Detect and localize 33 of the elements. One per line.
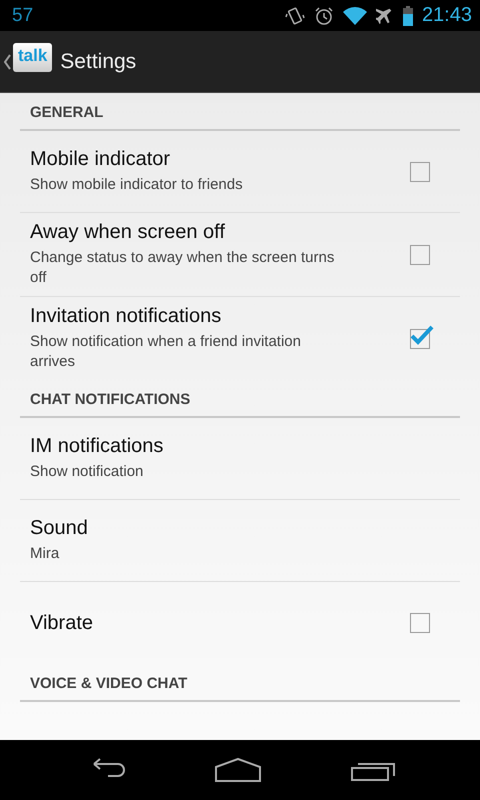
section-header: VOICE & VIDEO CHAT [20, 664, 460, 702]
alarm-icon [314, 6, 334, 26]
item-summary: Show mobile indicator to friends [30, 175, 244, 195]
item-title: IM notifications [30, 435, 164, 458]
item-title: Mobile indicator [30, 148, 172, 171]
checkbox[interactable] [410, 244, 430, 264]
back-chevron-icon [4, 54, 11, 70]
item-title: Sound [30, 517, 89, 540]
section-header: GENERAL [20, 93, 460, 131]
item-summary: Show notification [30, 462, 144, 482]
checkbox[interactable] [410, 613, 430, 633]
settings-item[interactable]: Sound Mira [20, 500, 460, 582]
item-summary: Show notification when a friend invitation arrives [30, 332, 302, 372]
checkbox[interactable] [410, 162, 430, 182]
home-icon[interactable] [214, 757, 262, 783]
item-summary: Mira [30, 544, 60, 564]
item-title: Vibrate [30, 612, 94, 634]
clock-time: 21:43 [422, 4, 472, 27]
wifi-icon [342, 6, 367, 26]
settings-item[interactable]: IM notifications Show notification [20, 418, 460, 500]
vibrate-icon [284, 6, 305, 26]
screen-title: Settings [60, 50, 136, 74]
battery-icon [402, 6, 413, 26]
settings-item[interactable]: Mobile indicator Show mobile indicator to friends [20, 131, 460, 213]
settings-item[interactable]: Vibrate [20, 582, 460, 664]
notification-count: 57 [12, 4, 34, 26]
section-header: CHAT NOTIFICATIONS [20, 380, 460, 418]
item-title: Invitation notifications [30, 305, 222, 328]
app-logo: talk [13, 43, 52, 72]
airplane-icon [376, 6, 394, 24]
item-title: Away when screen off [30, 221, 226, 244]
settings-item[interactable]: Away when screen off Change status to away when the screen turns off [20, 213, 460, 297]
item-summary: Change status to away when the screen turns off [30, 248, 336, 288]
